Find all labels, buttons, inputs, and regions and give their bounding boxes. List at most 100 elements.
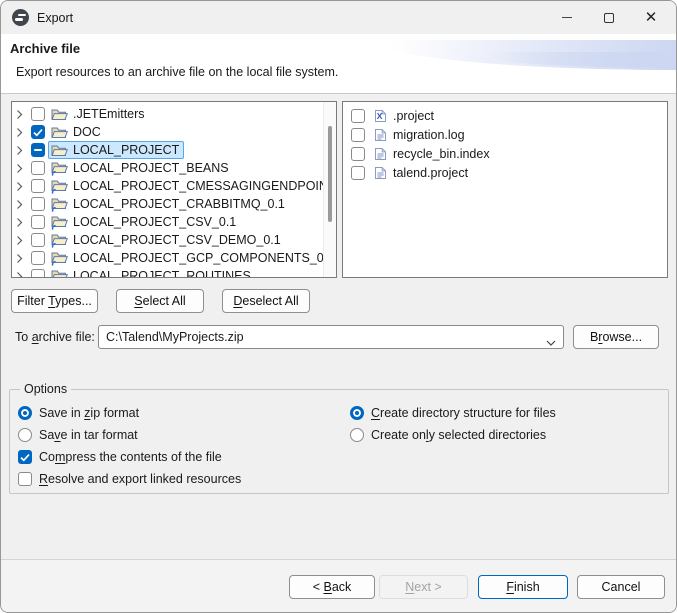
browse-button[interactable]: Browse...: [573, 325, 659, 349]
checkbox-local-project-gcp-components-0-1[interactable]: [31, 251, 45, 265]
tree-item-local-project-beans[interactable]: LOCAL_PROJECT_BEANS: [48, 159, 234, 178]
tree-item-label: LOCAL_PROJECT_CRABBITMQ_0.1: [73, 197, 285, 211]
tree-row[interactable]: LOCAL_PROJECT_CSV_0.1: [12, 213, 336, 231]
folder-open-icon: [51, 126, 68, 139]
tree-row[interactable]: .JETEmitters: [12, 105, 336, 123]
tree-item-local-project-cmessagingendpoint-0-1[interactable]: LOCAL_PROJECT_CMESSAGINGENDPOINT_0.1: [48, 177, 337, 196]
back-button[interactable]: < Back: [289, 575, 375, 599]
radio-save-in-tar-format[interactable]: Save in tar format: [18, 424, 241, 446]
maximize-icon: [604, 13, 614, 23]
deselect-all-button[interactable]: Deselect All: [222, 289, 310, 313]
radio-save-in-zip-format[interactable]: Save in zip format: [18, 402, 241, 424]
checkbox-recycle-bin-index[interactable]: [351, 147, 365, 161]
archive-file-combobox[interactable]: C:\Talend\MyProjects.zip: [98, 325, 564, 349]
checkbox-local-project-cmessagingendpoint-0-1[interactable]: [31, 179, 45, 193]
tree-row[interactable]: DOC: [12, 123, 336, 141]
tree-scrollbar[interactable]: [323, 102, 336, 277]
checkbox-local-project-crabbitmq-0-1[interactable]: [31, 197, 45, 211]
tree-item-doc[interactable]: DOC: [48, 123, 106, 141]
close-button[interactable]: ✕: [630, 1, 672, 34]
tree-item-local-project-routines[interactable]: LOCAL_PROJECT_ROUTINES: [48, 267, 256, 279]
app-icon: [12, 9, 29, 26]
archive-file-value[interactable]: C:\Talend\MyProjects.zip: [106, 330, 244, 344]
radio-create-only-selected-directories[interactable]: Create only selected directories: [350, 424, 556, 446]
checkbox-local-project-routines[interactable]: [31, 269, 45, 278]
select-all-button[interactable]: Select All: [116, 289, 204, 313]
filter-types-button[interactable]: Filter Types...: [11, 289, 98, 313]
list-item[interactable]: talend.project: [343, 163, 667, 182]
option-label: Resolve and export linked resources: [39, 472, 241, 486]
chevron-right-icon[interactable]: [16, 271, 31, 279]
options-group: Options Save in zip formatSave in tar fo…: [9, 389, 669, 494]
checkbox-resolve-and-export-linked-resources[interactable]: Resolve and export linked resources: [18, 468, 241, 490]
chevron-right-icon[interactable]: [16, 235, 31, 246]
finish-label: Finish: [506, 580, 539, 594]
tree-row[interactable]: LOCAL_PROJECT: [12, 141, 336, 159]
checkbox-jetemitters[interactable]: [31, 107, 45, 121]
tree-item-local-project-csv-demo-0-1[interactable]: LOCAL_PROJECT_CSV_DEMO_0.1: [48, 231, 286, 250]
tree-item-label: LOCAL_PROJECT_CMESSAGINGENDPOINT_0.1: [73, 179, 337, 193]
list-item[interactable]: X.project: [343, 106, 667, 125]
tree-row[interactable]: LOCAL_PROJECT_GCP_COMPONENTS_0.1: [12, 249, 336, 267]
chevron-down-icon[interactable]: [546, 335, 556, 349]
scrollbar-thumb[interactable]: [328, 126, 332, 222]
checkbox-local-project-beans[interactable]: [31, 161, 45, 175]
select-all-label: Select All: [134, 294, 185, 308]
chevron-right-icon[interactable]: [16, 163, 31, 174]
tree-item-label: DOC: [73, 125, 101, 139]
xml-file-icon: X: [374, 109, 387, 123]
chevron-right-icon[interactable]: [16, 145, 31, 156]
checkbox-local-project-csv-0-1[interactable]: [31, 215, 45, 229]
next-button[interactable]: Next >: [379, 575, 468, 599]
checkbox-project[interactable]: [351, 109, 365, 123]
tree-item-local-project-csv-0-1[interactable]: LOCAL_PROJECT_CSV_0.1: [48, 213, 241, 232]
chevron-right-icon[interactable]: [16, 253, 31, 264]
page-title: Archive file: [10, 41, 80, 56]
checkbox-local-project[interactable]: [31, 143, 45, 157]
minimize-button[interactable]: [546, 1, 588, 34]
tree-item-local-project-crabbitmq-0-1[interactable]: LOCAL_PROJECT_CRABBITMQ_0.1: [48, 195, 290, 214]
file-list[interactable]: X.projectmigration.logrecycle_bin.indext…: [342, 101, 668, 278]
header-decoration: [466, 52, 676, 68]
tree-row[interactable]: LOCAL_PROJECT_BEANS: [12, 159, 336, 177]
option-label: Save in zip format: [39, 406, 139, 420]
tree-item-local-project-gcp-components-0-1[interactable]: LOCAL_PROJECT_GCP_COMPONENTS_0.1: [48, 249, 337, 268]
chevron-right-icon[interactable]: [16, 217, 31, 228]
page-subtitle: Export resources to an archive file on t…: [16, 65, 338, 79]
checkbox-migration-log[interactable]: [351, 128, 365, 142]
checkbox-indicator[interactable]: [18, 472, 32, 486]
project-folder-icon: [51, 215, 68, 230]
tree-item-local-project[interactable]: LOCAL_PROJECT: [48, 141, 184, 159]
chevron-right-icon[interactable]: [16, 199, 31, 210]
radio-indicator[interactable]: [350, 428, 364, 442]
checkbox-local-project-csv-demo-0-1[interactable]: [31, 233, 45, 247]
tree-row[interactable]: LOCAL_PROJECT_CRABBITMQ_0.1: [12, 195, 336, 213]
chevron-right-icon[interactable]: [16, 127, 31, 138]
chevron-right-icon[interactable]: [16, 181, 31, 192]
browse-label: Browse...: [590, 330, 642, 344]
tree-item-jetemitters[interactable]: .JETEmitters: [48, 105, 150, 123]
tree-row[interactable]: LOCAL_PROJECT_CMESSAGINGENDPOINT_0.1: [12, 177, 336, 195]
window-title: Export: [37, 11, 73, 25]
radio-indicator[interactable]: [18, 428, 32, 442]
list-item[interactable]: recycle_bin.index: [343, 144, 667, 163]
tree-row[interactable]: LOCAL_PROJECT_CSV_DEMO_0.1: [12, 231, 336, 249]
checkbox-doc[interactable]: [31, 125, 45, 139]
radio-create-directory-structure-for-files[interactable]: Create directory structure for files: [350, 402, 556, 424]
checkbox-indicator[interactable]: [18, 450, 32, 464]
back-label: < Back: [313, 580, 352, 594]
resource-tree[interactable]: .JETEmittersDOCLOCAL_PROJECTLOCAL_PROJEC…: [11, 101, 337, 278]
chevron-right-icon[interactable]: [16, 109, 31, 120]
checkbox-talend-project[interactable]: [351, 166, 365, 180]
checkbox-compress-the-contents-of-the-file[interactable]: Compress the contents of the file: [18, 446, 241, 468]
title-bar[interactable]: Export ✕: [1, 1, 676, 34]
text-file-icon: [374, 147, 387, 161]
radio-indicator[interactable]: [350, 406, 364, 420]
tree-row[interactable]: LOCAL_PROJECT_ROUTINES: [12, 267, 336, 278]
option-label: Compress the contents of the file: [39, 450, 222, 464]
maximize-button[interactable]: [588, 1, 630, 34]
cancel-button[interactable]: Cancel: [577, 575, 665, 599]
radio-indicator[interactable]: [18, 406, 32, 420]
list-item[interactable]: migration.log: [343, 125, 667, 144]
finish-button[interactable]: Finish: [478, 575, 568, 599]
